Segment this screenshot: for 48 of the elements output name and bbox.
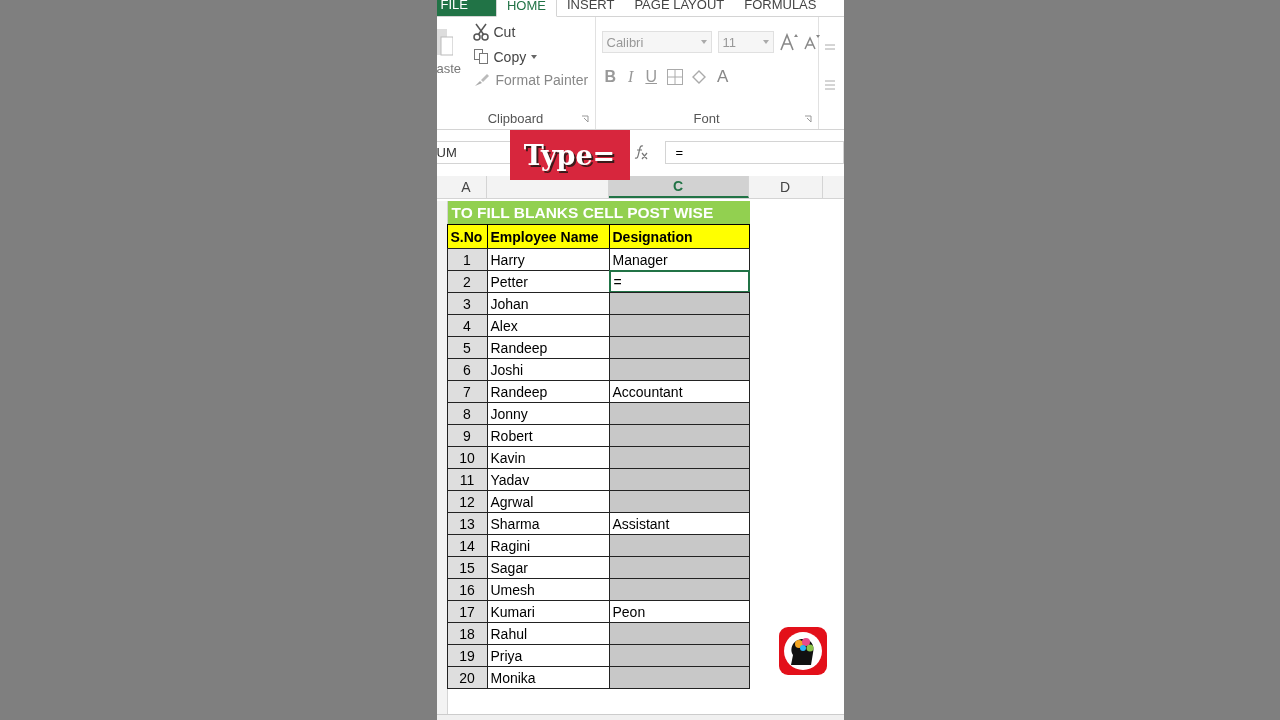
table-cell[interactable] [608,534,750,557]
column-header[interactable]: A [446,176,487,198]
table-cell[interactable] [608,424,750,447]
column-header[interactable]: D [748,176,823,198]
brain-logo-icon [778,627,827,675]
caret-icon[interactable] [531,54,538,59]
sheet-title: TO FILL BLANKS CELL POST WISE [447,201,750,225]
table-cell[interactable]: Manager [608,248,750,271]
copy-button[interactable]: Copy [493,48,527,65]
scissors-icon [472,23,489,41]
table-cell[interactable]: = [608,270,750,293]
dialog-launcher-icon[interactable] [580,115,589,123]
header-cell: Employee Name [486,224,610,249]
ribbon-tab[interactable]: FILE [436,0,496,16]
grow-font-icon[interactable] [779,33,798,51]
table-cell[interactable] [608,446,750,469]
table-cell[interactable] [608,644,750,667]
header-cell: Designation [608,224,750,249]
ribbon-tab[interactable]: INSERT [556,0,625,16]
paste-button[interactable]: aste [436,61,462,76]
table-cell[interactable] [608,468,750,491]
table-cell[interactable] [608,622,750,645]
font-color-button[interactable]: A [713,67,732,87]
function-icon[interactable] [633,144,648,160]
format-painter-button[interactable]: Format Painter [495,72,589,88]
table-cell[interactable] [608,556,750,579]
table-cell[interactable] [608,358,750,381]
ribbon-tab[interactable]: HOME [495,0,557,17]
table-cell: Harry [486,248,610,271]
shrink-font-icon[interactable] [803,34,820,50]
group-label: Clipboard [487,110,544,126]
column-header[interactable]: C [608,176,749,198]
formula-field[interactable]: = [664,140,844,164]
table-cell[interactable] [608,578,750,601]
ribbon-tab[interactable]: PAGE LAYOUT [624,0,735,16]
table-cell[interactable] [608,292,750,315]
table-cell[interactable] [608,402,750,425]
table-cell[interactable] [608,336,750,359]
dialog-launcher-icon[interactable] [803,115,812,123]
caption-overlay: Type= [509,130,630,180]
table-cell[interactable] [608,666,750,689]
table-cell[interactable] [608,490,750,513]
table-cell[interactable] [608,314,750,337]
ribbon-tab[interactable]: FORMULAS [734,0,827,16]
copy-icon [472,48,489,65]
table-cell: 20 [446,666,488,689]
group-label: Font [693,110,720,126]
cut-button[interactable]: Cut [493,24,516,40]
